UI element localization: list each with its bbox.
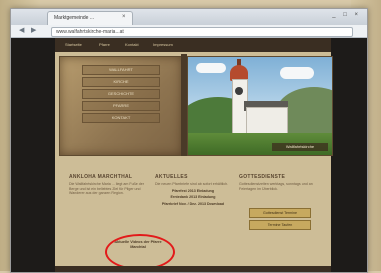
services-button-2[interactable]: Termine Taufen [249,220,311,230]
services-button-1-label: Gottesdienst Termine [263,211,297,215]
topnav-item-2[interactable]: Pfarre [99,42,110,47]
window-controls[interactable]: _ □ × [332,12,361,18]
church-photo: Wallfahrtskirche [187,56,333,156]
back-icon[interactable]: ◀ [19,26,24,34]
book-menu-page: WALLFAHRT KIRCHE GESCHICHTE PFARRE KONTA… [59,56,183,156]
menu-item-1[interactable]: WALLFAHRT [82,65,160,75]
menu-item-label: PFARRE [112,103,129,108]
cloud [196,63,226,73]
cloud [280,67,314,79]
column-intro: ANKLOHA MARCHTHAL Die Wallfahrtskirche M… [69,174,145,196]
services-button-2-label: Termine Taufen [267,223,293,227]
news-item-1[interactable]: Pfarrfest 2013 Einladung [155,189,231,194]
news-item-2[interactable]: Erntedank 2013 Einladung [155,195,231,200]
tab-title: Marktgemeinde ... [54,15,95,21]
photo-caption: Wallfahrtskirche [272,143,328,151]
topnav-item-1[interactable]: Startseite [65,42,82,47]
tab-bar: Marktgemeinde ... × _ □ × [11,9,367,26]
menu-item-4[interactable]: PFARRE [82,101,160,111]
web-page: Startseite Pfarre Kontakt Impressum WALL… [11,38,367,272]
url-text: www.walfahrtskirche-maria...at [56,29,124,35]
column-services-text: Gottesdienstzeiten werktags, sonntags un… [239,182,313,191]
column-intro-heading: ANKLOHA MARCHTHAL [69,174,133,180]
menu-item-5[interactable]: KONTAKT [82,113,160,123]
address-bar: ◀ ▶ www.walfahrtskirche-maria...at [11,25,367,38]
url-input[interactable]: www.walfahrtskirche-maria...at [51,27,353,37]
clock-icon [235,87,243,95]
column-services-heading: GOTTESDIENSTE [239,174,286,180]
menu-item-label: KIRCHE [113,79,129,84]
forward-icon[interactable]: ▶ [31,26,36,34]
menu-item-2[interactable]: KIRCHE [82,77,160,87]
topnav-item-4[interactable]: Impressum [153,42,173,47]
column-news-text: Die neuen Pfarrbriefe sind ab sofort erh… [155,182,229,186]
site-footer [55,266,331,272]
topnav-item-3[interactable]: Kontakt [125,42,139,47]
photo-caption-text: Wallfahrtskirche [285,144,315,149]
book-header: WALLFAHRT KIRCHE GESCHICHTE PFARRE KONTA… [59,54,333,156]
red-highlight-circle [105,234,175,270]
site-top-navigation: Startseite Pfarre Kontakt Impressum [55,38,331,52]
close-tab-icon[interactable]: × [122,14,126,20]
menu-item-label: WALLFAHRT [109,67,133,72]
menu-item-label: KONTAKT [111,115,131,120]
news-item-3[interactable]: Pfarrbrief Nov. / Dez. 2013 Download [155,202,231,207]
column-intro-text: Die Wallfahrtskirche Maria ... liegt am … [69,182,144,196]
column-news: AKTUELLES Die neuen Pfarrbriefe sind ab … [155,174,231,206]
browser-window: Marktgemeinde ... × _ □ × ◀ ▶ www.walfah… [10,8,368,273]
menu-item-label: GESCHICHTE [107,91,135,96]
menu-item-3[interactable]: GESCHICHTE [82,89,160,99]
site-container: Startseite Pfarre Kontakt Impressum WALL… [55,38,333,272]
column-services: GOTTESDIENSTE Gottesdienstzeiten werktag… [239,174,315,191]
browser-tab[interactable]: Marktgemeinde ... × [47,11,133,26]
services-button-1[interactable]: Gottesdienst Termine [249,208,311,218]
column-news-heading: AKTUELLES [155,174,188,180]
